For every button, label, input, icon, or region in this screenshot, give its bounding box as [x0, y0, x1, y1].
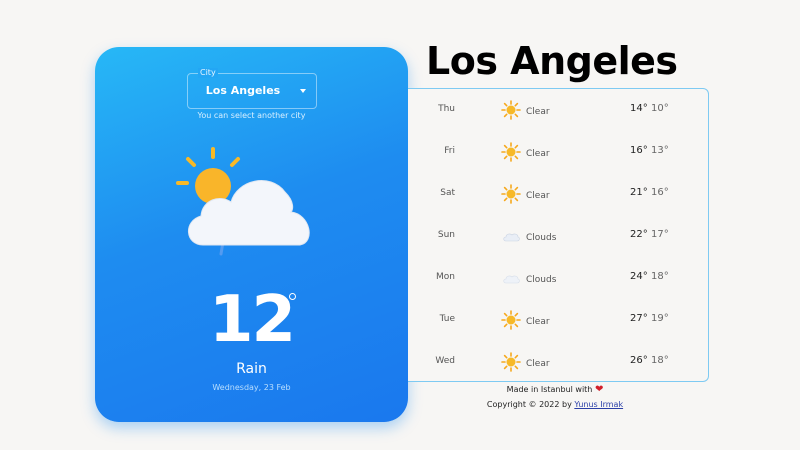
footer-copyright: Copyright © 2022 by Yunus Irmak	[470, 400, 640, 409]
sun-icon	[501, 310, 521, 330]
forecast-condition: Clear	[526, 359, 550, 369]
forecast-day: Sun	[437, 230, 455, 240]
sun-icon	[501, 100, 521, 120]
forecast-low: 19°	[651, 313, 669, 324]
forecast-high: 27°	[630, 313, 648, 324]
forecast-high: 24°	[630, 271, 648, 282]
city-select-value[interactable]: Los Angeles	[188, 84, 298, 97]
current-temperature: 12	[208, 283, 296, 357]
current-condition: Rain	[236, 361, 267, 377]
sun-icon	[501, 352, 521, 372]
forecast-row: Tue Clear 27° 19°	[408, 299, 708, 341]
footer-made-in: Made in Istanbul with ❤	[490, 384, 620, 395]
forecast-day: Mon	[436, 272, 455, 282]
forecast-low: 16°	[651, 187, 669, 198]
forecast-low: 10°	[651, 103, 669, 114]
heart-icon: ❤	[594, 384, 604, 395]
forecast-day: Thu	[438, 104, 455, 114]
forecast-low: 17°	[651, 229, 669, 240]
weather-card: City Los Angeles You can select another …	[95, 47, 408, 422]
forecast-low: 18°	[651, 355, 669, 366]
forecast-condition: Clear	[526, 149, 550, 159]
city-select-label: City	[198, 68, 218, 78]
chevron-down-icon[interactable]	[300, 89, 306, 93]
sun-icon	[501, 184, 521, 204]
forecast-row: Sun Clouds 22° 17°	[408, 215, 708, 257]
forecast-row: Sat Clear 21° 16°	[408, 173, 708, 215]
city-select[interactable]: City Los Angeles	[187, 68, 317, 109]
degree-icon	[289, 293, 296, 300]
author-link[interactable]: Yunus Irmak	[574, 400, 623, 409]
forecast-condition: Clear	[526, 191, 550, 201]
sun-cloud-rain-icon	[176, 147, 310, 256]
forecast-day: Fri	[444, 146, 455, 156]
footer-made-in-text: Made in Istanbul with	[506, 385, 593, 394]
forecast-low: 18°	[651, 271, 669, 282]
forecast-condition: Clouds	[526, 233, 557, 243]
forecast-day: Wed	[435, 356, 455, 366]
forecast-low: 13°	[651, 145, 669, 156]
sun-icon	[501, 142, 521, 162]
forecast-row: Fri Clear 16° 13°	[408, 131, 708, 173]
forecast-row: Thu Clear 14° 10°	[408, 89, 708, 131]
cloud-icon	[503, 233, 520, 242]
forecast-day: Sat	[440, 188, 455, 198]
forecast-high: 22°	[630, 229, 648, 240]
forecast-condition: Clouds	[526, 275, 557, 285]
footer-copyright-text: Copyright © 2022 by	[486, 400, 572, 409]
cloud-icon	[503, 275, 520, 284]
sun-disc	[195, 168, 231, 204]
forecast-row: Mon Clouds 24° 18°	[408, 257, 708, 299]
forecast-condition: Clear	[526, 107, 550, 117]
city-helper-text: You can select another city	[197, 111, 306, 120]
page-title: Los Angeles	[426, 39, 678, 83]
forecast-high: 26°	[630, 355, 648, 366]
forecast-row: Wed Clear 26° 18°	[408, 341, 708, 383]
forecast-table: Thu Clear 14° 10° Fri Clear 16° 13° Sat …	[408, 88, 709, 382]
forecast-high: 21°	[630, 187, 648, 198]
forecast-high: 14°	[630, 103, 648, 114]
current-date: Wednesday, 23 Feb	[212, 383, 291, 392]
forecast-condition: Clear	[526, 317, 550, 327]
forecast-high: 16°	[630, 145, 648, 156]
forecast-day: Tue	[439, 314, 455, 324]
